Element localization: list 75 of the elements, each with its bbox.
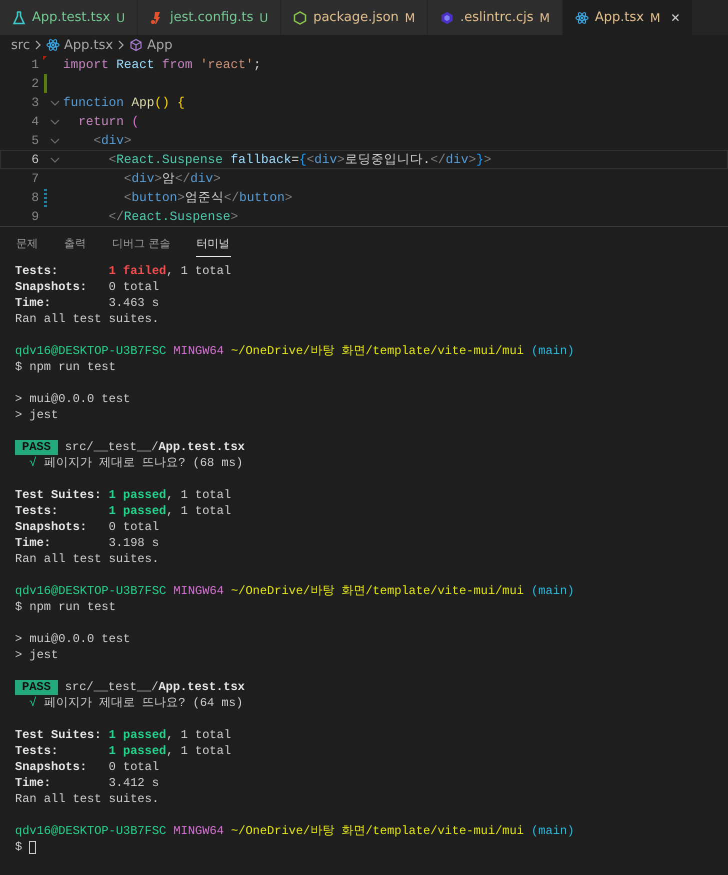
panel-tab[interactable]: 터미널 [196, 234, 230, 257]
editor-tab[interactable]: .eslintrc.cjs M [428, 0, 563, 35]
fold-chevron-icon[interactable] [50, 156, 60, 162]
terminal-text: Ran all test suites. [15, 791, 160, 807]
terminal-text: > mui@0.0.0 test [15, 631, 130, 647]
atom-icon [574, 10, 589, 24]
editor-tab[interactable]: jest.config.ts U [138, 0, 282, 35]
terminal-text: > jest [15, 647, 58, 663]
line-number: 1 [30, 57, 39, 72]
line-number: 2 [30, 76, 39, 91]
line-number: 6 [30, 152, 39, 167]
chevron-right-icon [34, 40, 42, 50]
terminal-text: Tests: 1 passed, 1 total [15, 743, 232, 759]
panel-tab[interactable]: 문제 [15, 234, 39, 257]
code-line: <div> [92, 133, 132, 148]
code-line: import React from 'react'; [63, 57, 261, 72]
fold-chevron-icon[interactable] [50, 118, 60, 124]
pass-badge: PASS [15, 680, 58, 694]
editor-tab[interactable]: App.test.tsx U [0, 0, 138, 35]
terminal-text: Time: 3.198 s [15, 535, 160, 551]
added-line-marker[interactable] [44, 74, 47, 93]
terminal-text: qdv16@DESKTOP-U3B7FSC MINGW64 ~/OneDrive/바탕 화면/template/vite-mui/mui (main) [15, 823, 574, 839]
terminal-text: Tests: 1 passed, 1 total [15, 503, 232, 519]
terminal-text: $ npm run test [15, 359, 116, 375]
terminal-text: Snapshots: 0 total [15, 519, 160, 535]
atom-icon [46, 38, 60, 52]
panel-tab[interactable]: 출력 [63, 234, 87, 257]
terminal-text: Test Suites: 1 passed, 1 total [15, 487, 232, 503]
breadcrumb-item[interactable]: src [11, 38, 30, 52]
terminal-text: Time: 3.412 s [15, 775, 160, 791]
line-number: 8 [30, 190, 39, 205]
terminal-text: √ 페이지가 제대로 뜨나요? (64 ms) [28, 695, 244, 711]
line-number: 3 [30, 95, 39, 110]
terminal-text: Time: 3.463 s [15, 295, 160, 311]
code-line: </React.Suspense> [108, 209, 238, 224]
code-line: function App() { [63, 95, 185, 110]
line-number: 9 [30, 209, 39, 224]
terminal-text: $ [15, 839, 22, 855]
line-number: 5 [30, 133, 39, 148]
hexagon-icon [293, 10, 308, 24]
breadcrumb-item[interactable]: App [147, 38, 172, 52]
chevron-right-icon [117, 40, 126, 50]
terminal-text: qdv16@DESKTOP-U3B7FSC MINGW64 ~/OneDrive/바탕 화면/template/vite-mui/mui (main) [15, 583, 574, 599]
line-number: 4 [30, 114, 39, 129]
modified-line-marker[interactable] [44, 188, 47, 207]
fold-chevron-icon[interactable] [50, 100, 60, 106]
terminal-text: Ran all test suites. [15, 551, 160, 567]
code-line: <React.Suspense fallback={<div>로딩중입니다.</div>}> [108, 151, 492, 168]
code-line: <div>암</div> [122, 170, 221, 187]
cube-icon [129, 38, 144, 52]
deleted-line-marker[interactable] [43, 56, 47, 60]
terminal-text: √ 페이지가 제대로 뜨나요? (68 ms) [28, 455, 244, 471]
line-number: 7 [30, 171, 39, 186]
terminal-text: Ran all test suites. [15, 311, 160, 327]
terminal-text: qdv16@DESKTOP-U3B7FSC MINGW64 ~/OneDrive/바탕 화면/template/vite-mui/mui (main) [15, 343, 574, 359]
editor-tab[interactable]: package.json M [281, 0, 428, 35]
code-line: <button>엄준식</button> [122, 189, 292, 206]
close-icon[interactable]: ✕ [670, 10, 680, 24]
terminal-text: $ npm run test [15, 599, 116, 615]
panel-tab[interactable]: 디버그 콘솔 [111, 234, 172, 257]
terminal-text: src/__test__/App.test.tsx [64, 679, 245, 695]
breadcrumb-item[interactable]: App.tsx [64, 38, 114, 52]
flask-icon [12, 10, 26, 24]
terminal-text: > jest [15, 407, 58, 423]
code-line: return ( [77, 114, 140, 129]
editor-tab[interactable]: App.tsx M ✕ [562, 0, 694, 35]
pass-badge: PASS [15, 440, 58, 454]
hexagon-icon [440, 10, 454, 24]
terminal-text: Snapshots: 0 total [15, 279, 160, 295]
terminal-text: Test Suites: 1 passed, 1 total [15, 727, 232, 743]
terminal-text: Tests: 1 failed, 1 total [15, 263, 232, 279]
fold-chevron-icon[interactable] [50, 138, 60, 144]
terminal-text: > mui@0.0.0 test [15, 391, 130, 407]
terminal-text: src/__test__/App.test.tsx [64, 439, 245, 455]
terminal-text: Snapshots: 0 total [15, 759, 160, 775]
